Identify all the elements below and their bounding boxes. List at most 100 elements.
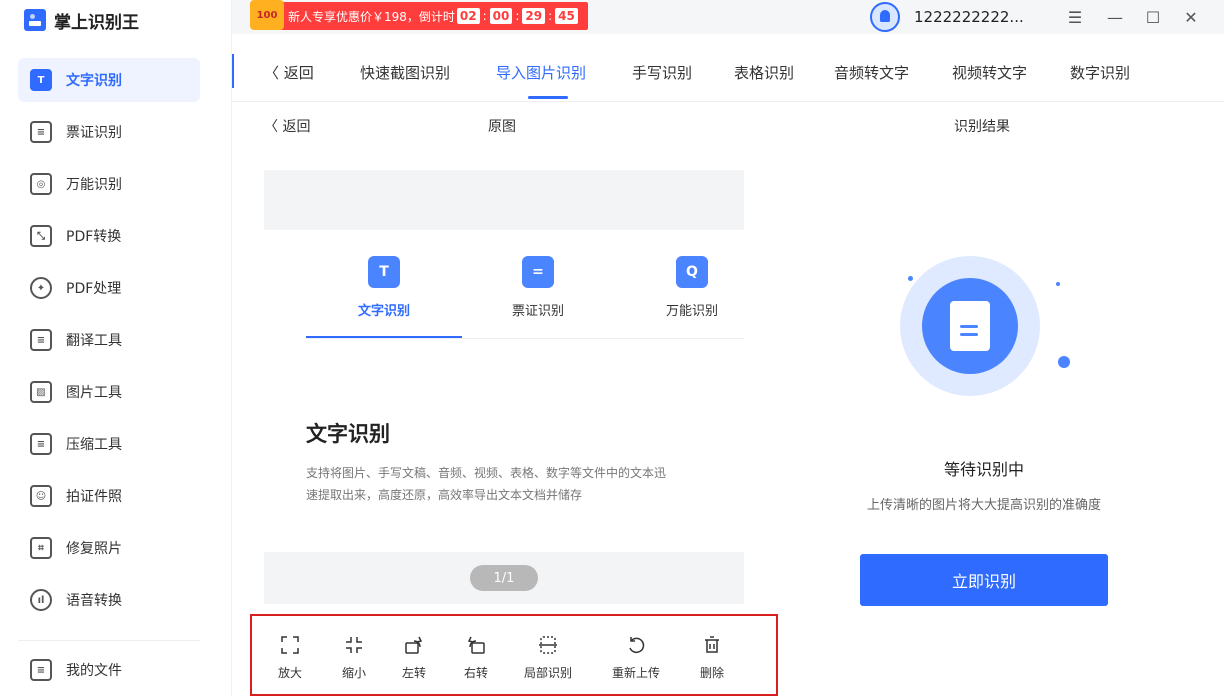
active-section-marker bbox=[232, 54, 234, 88]
coupon-badge-icon: 100 bbox=[250, 0, 284, 30]
sidebar-item-label: 图片工具 bbox=[66, 385, 122, 401]
id-photo-icon: ☺ bbox=[30, 485, 52, 507]
tool-label: 缩小 bbox=[342, 666, 367, 680]
recognize-now-button[interactable]: 立即识别 bbox=[860, 554, 1108, 606]
reupload-icon bbox=[625, 634, 647, 656]
preview-tab-label: 万能识别 bbox=[665, 304, 718, 319]
preview-tab-ticket: = 票证识别 bbox=[478, 256, 598, 319]
ticket-icon: ≡ bbox=[30, 121, 52, 143]
upload-hint: 上传清晰的图片将大大提高识别的准确度 bbox=[866, 498, 1101, 513]
document-sheet bbox=[950, 301, 990, 351]
document-icon bbox=[922, 278, 1018, 374]
maximize-button[interactable]: ☐ bbox=[1138, 0, 1168, 34]
countdown-seconds: 29 bbox=[522, 8, 546, 24]
decor-dot bbox=[1056, 282, 1060, 286]
preview-top-bar bbox=[264, 170, 744, 230]
delete-button[interactable]: 删除 bbox=[700, 634, 724, 681]
image-tool-icon: ▨ bbox=[30, 381, 52, 403]
sidebar-item-text-recognition[interactable]: T 文字识别 bbox=[18, 58, 200, 102]
sidebar-item-repair-photo[interactable]: ⌗ 修复照片 bbox=[18, 526, 200, 570]
user-account[interactable]: 1222222222... bbox=[870, 0, 1024, 34]
tab-audio-to-text[interactable]: 音频转文字 bbox=[834, 62, 909, 83]
sidebar-item-label: 拍证件照 bbox=[66, 489, 122, 505]
zoom-out-button[interactable]: 缩小 bbox=[342, 634, 366, 681]
sidebar-item-label: 翻译工具 bbox=[66, 333, 122, 349]
app-logo-icon bbox=[24, 9, 46, 31]
sidebar-item-label: 我的文件 bbox=[66, 663, 122, 679]
universal-scan-icon: Q bbox=[676, 256, 708, 288]
decor-dot bbox=[1058, 356, 1070, 368]
countdown-centiseconds: 45 bbox=[555, 8, 578, 24]
avatar[interactable] bbox=[870, 2, 900, 32]
tab-number-recognition[interactable]: 数字识别 bbox=[1070, 62, 1130, 83]
rotate-left-button[interactable]: 左转 bbox=[402, 634, 426, 681]
tool-label: 放大 bbox=[278, 666, 303, 680]
text-recognition-icon: T bbox=[30, 69, 52, 91]
decor-dot bbox=[908, 276, 913, 281]
sidebar-divider bbox=[18, 640, 200, 641]
rotate-right-button[interactable]: 右转 bbox=[464, 634, 488, 681]
tab-handwriting[interactable]: 手写识别 bbox=[632, 62, 692, 83]
folder-icon: ≡ bbox=[30, 659, 52, 681]
image-preview: T 文字识别 = 票证识别 Q 万能识别 文字识别 支持将图片、手写文稿、音频、… bbox=[264, 230, 744, 552]
pdf-convert-icon: ⤡ bbox=[30, 225, 52, 247]
image-toolbar: 放大 缩小 左转 右转 局部识别 重新上传 删除 bbox=[250, 614, 778, 696]
promo-banner[interactable]: 100 新人专享优惠价￥198，倒计时 02 : 00 : 29 : 45 bbox=[250, 0, 588, 30]
page-indicator: 1/1 bbox=[470, 565, 538, 591]
tool-label: 局部识别 bbox=[524, 666, 573, 680]
rotate-right-icon bbox=[465, 634, 487, 656]
preview-tab-label: 票证识别 bbox=[511, 304, 564, 319]
sub-back-link[interactable]: 〈 返回 bbox=[264, 116, 310, 136]
countdown-separator: : bbox=[548, 9, 553, 23]
reupload-button[interactable]: 重新上传 bbox=[612, 634, 660, 681]
close-button[interactable]: ✕ bbox=[1176, 0, 1206, 34]
minimize-button[interactable]: — bbox=[1100, 0, 1130, 34]
sidebar-item-image-tools[interactable]: ▨ 图片工具 bbox=[18, 370, 200, 414]
zoom-out-icon bbox=[343, 634, 365, 656]
pdf-process-icon: ✦ bbox=[30, 277, 52, 299]
app-title-text: 掌上识别王 bbox=[54, 12, 139, 33]
preview-bottom-bar: 1/1 bbox=[264, 552, 744, 604]
tab-quick-screenshot[interactable]: 快速截图识别 bbox=[360, 62, 450, 83]
trash-icon bbox=[701, 634, 723, 656]
sidebar-item-id-photo[interactable]: ☺ 拍证件照 bbox=[18, 474, 200, 518]
menu-icon[interactable]: ☰ bbox=[1060, 0, 1090, 34]
active-tab-indicator bbox=[528, 96, 568, 99]
app-title: 掌上识别王 bbox=[24, 6, 139, 34]
sidebar-item-compress-tools[interactable]: ≡ 压缩工具 bbox=[18, 422, 200, 466]
sidebar-item-pdf-process[interactable]: ✦ PDF处理 bbox=[18, 266, 200, 310]
tool-label: 重新上传 bbox=[612, 666, 661, 680]
rotate-left-icon bbox=[403, 634, 425, 656]
sidebar-item-label: 票证识别 bbox=[66, 125, 122, 141]
tab-import-image[interactable]: 导入图片识别 bbox=[496, 62, 586, 83]
tool-label: 右转 bbox=[464, 666, 489, 680]
sidebar-item-universal-recognition[interactable]: ◎ 万能识别 bbox=[18, 162, 200, 206]
sidebar-item-translate-tools[interactable]: ≡ 翻译工具 bbox=[18, 318, 200, 362]
top-bar: 100 新人专享优惠价￥198，倒计时 02 : 00 : 29 : 45 12… bbox=[232, 0, 1224, 34]
sidebar-item-label: 文字识别 bbox=[66, 73, 122, 89]
tab-table[interactable]: 表格识别 bbox=[734, 62, 794, 83]
preview-tab-text: T 文字识别 bbox=[324, 256, 444, 319]
tab-video-to-text[interactable]: 视频转文字 bbox=[952, 62, 1027, 83]
back-link[interactable]: 〈 返回 bbox=[264, 62, 314, 83]
universal-scan-icon: ◎ bbox=[30, 173, 52, 195]
sidebar-item-ticket-recognition[interactable]: ≡ 票证识别 bbox=[18, 110, 200, 154]
user-name[interactable]: 1222222222... bbox=[914, 8, 1024, 26]
sidebar-item-label: PDF处理 bbox=[66, 281, 122, 297]
sidebar-item-my-files[interactable]: ≡ 我的文件 bbox=[18, 648, 200, 692]
voice-convert-icon: ıl bbox=[30, 589, 52, 611]
sidebar-item-label: 万能识别 bbox=[66, 177, 122, 193]
original-image-label: 原图 bbox=[488, 119, 516, 135]
sidebar-item-label: PDF转换 bbox=[66, 229, 122, 245]
sidebar-item-label: 压缩工具 bbox=[66, 437, 122, 453]
countdown-separator: : bbox=[482, 9, 487, 23]
zoom-in-icon bbox=[279, 634, 301, 656]
waiting-status: 等待识别中 bbox=[943, 460, 1024, 479]
zoom-in-button[interactable]: 放大 bbox=[278, 634, 302, 681]
function-tabs: 〈 返回 快速截图识别 导入图片识别 手写识别 表格识别 音频转文字 视频转文字… bbox=[232, 34, 1224, 102]
partial-recognize-button[interactable]: 局部识别 bbox=[524, 634, 572, 681]
countdown-hours: 02 bbox=[456, 8, 480, 24]
sidebar-item-pdf-convert[interactable]: ⤡ PDF转换 bbox=[18, 214, 200, 258]
sidebar-item-voice-convert[interactable]: ıl 语音转换 bbox=[18, 578, 200, 622]
waiting-illustration bbox=[900, 256, 1040, 396]
